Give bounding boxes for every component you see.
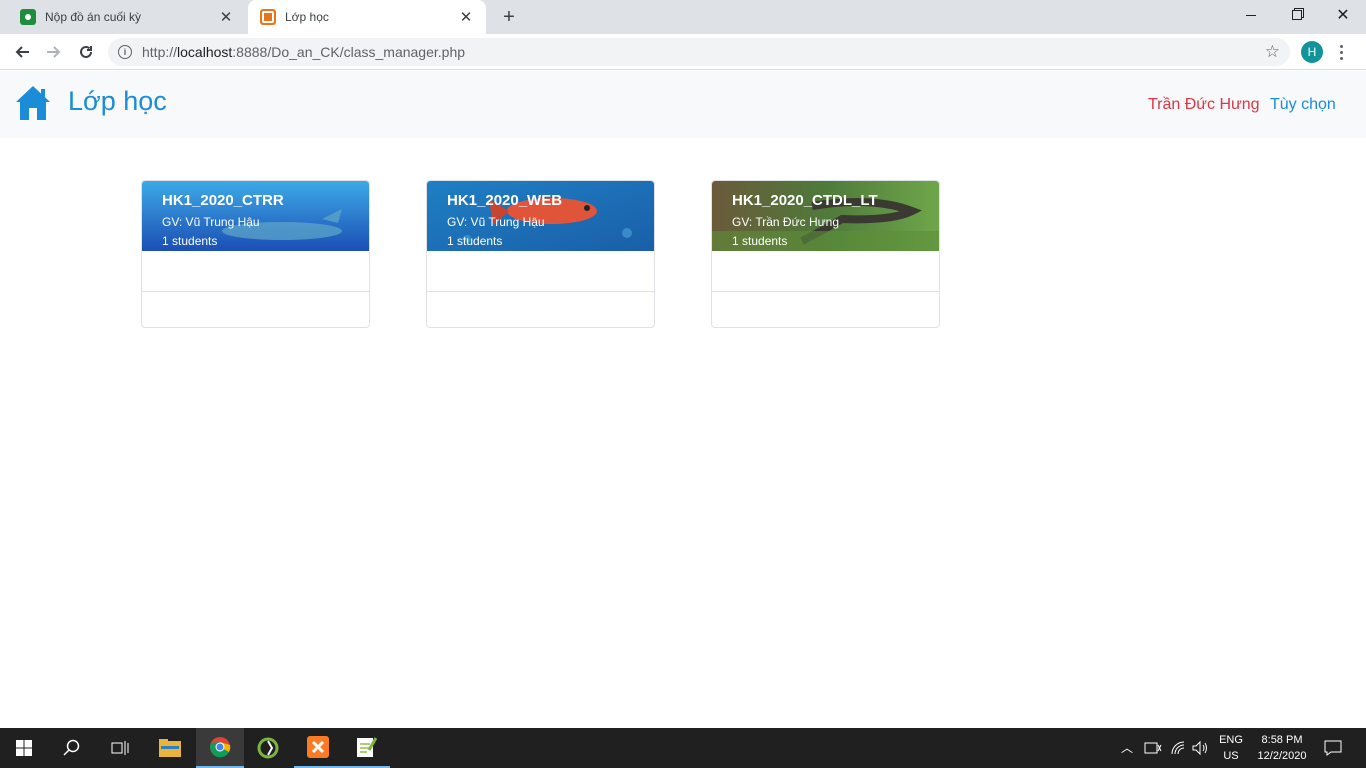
browser-tab-strip: Nộp đồ án cuối kỳ ✕ Lớp học ✕ + ✕ — [0, 0, 1366, 34]
coccoc-taskbar-button[interactable] — [244, 728, 292, 768]
close-icon[interactable]: ✕ — [218, 8, 234, 26]
tab-title: Lớp học — [285, 10, 329, 24]
reload-button[interactable] — [72, 38, 100, 66]
tab-title: Nộp đồ án cuối kỳ — [45, 10, 142, 24]
restore-button[interactable] — [1274, 0, 1320, 30]
xampp-icon — [260, 9, 276, 25]
class-name[interactable]: HK1_2020_CTDL_LT — [732, 192, 878, 209]
address-bar[interactable]: i http://localhost:8888/Do_an_CK/class_m… — [108, 38, 1290, 66]
wifi-icon[interactable] — [1170, 740, 1186, 756]
browser-toolbar: i http://localhost:8888/Do_an_CK/class_m… — [0, 34, 1366, 70]
task-view-icon — [111, 741, 129, 755]
keyboard-icon[interactable] — [1144, 741, 1162, 755]
class-teacher: GV: Trần Đức Hưng — [732, 215, 839, 229]
minimize-button[interactable] — [1228, 0, 1274, 30]
class-student-count: 1 students — [447, 234, 503, 248]
clock-date: 12/2/2020 — [1257, 750, 1307, 762]
browser-menu-icon[interactable] — [1336, 41, 1346, 63]
volume-icon[interactable] — [1192, 740, 1208, 756]
user-name-link[interactable]: Trần Đức Hưng — [1148, 96, 1260, 114]
keyboard-layout: US — [1223, 750, 1239, 762]
forward-arrow-icon — [47, 46, 61, 58]
tab-nop-do-an[interactable]: Nộp đồ án cuối kỳ ✕ — [8, 0, 246, 34]
class-teacher: GV: Vũ Trung Hậu — [447, 215, 545, 229]
new-tab-button[interactable]: + — [496, 5, 522, 29]
class-card[interactable]: HK1_2020_WEB GV: Vũ Trung Hậu 1 students — [426, 180, 655, 328]
notification-icon[interactable] — [1324, 740, 1342, 756]
language-code: ENG — [1219, 734, 1243, 746]
windows-taskbar: ︿ ENG US 8:58 PM 12/2/2020 — [0, 728, 1366, 768]
restore-icon — [1292, 10, 1302, 20]
url-text: http://localhost:8888/Do_an_CK/class_man… — [142, 44, 465, 60]
back-arrow-icon — [15, 46, 29, 58]
card-body — [142, 251, 369, 292]
bookmark-star-icon[interactable]: ☆ — [1265, 42, 1280, 62]
clock[interactable]: 8:58 PM 12/2/2020 — [1250, 732, 1314, 764]
class-student-count: 1 students — [162, 234, 218, 248]
url-scheme: http:// — [142, 44, 178, 60]
tab-lop-hoc[interactable]: Lớp học ✕ — [248, 0, 486, 34]
xampp-icon — [307, 736, 329, 758]
show-hidden-icons-chevron[interactable]: ︿ — [1121, 740, 1133, 756]
profile-avatar[interactable]: H — [1301, 41, 1323, 63]
notepad-plus-plus-icon — [357, 737, 377, 757]
page-title[interactable]: Lớp học — [68, 86, 167, 117]
class-card[interactable]: HK1_2020_CTDL_LT GV: Trần Đức Hưng 1 stu… — [711, 180, 940, 328]
close-icon[interactable]: ✕ — [458, 8, 474, 26]
class-card[interactable]: HK1_2020_CTRR GV: Vũ Trung Hậu 1 student… — [141, 180, 370, 328]
search-button[interactable] — [48, 728, 96, 768]
folder-icon — [159, 739, 181, 757]
reload-icon — [80, 45, 92, 58]
info-icon[interactable]: i — [118, 45, 132, 59]
class-name[interactable]: HK1_2020_WEB — [447, 192, 562, 209]
minimize-icon — [1246, 14, 1256, 16]
close-window-button[interactable]: ✕ — [1320, 0, 1366, 30]
url-host: localhost — [177, 44, 233, 60]
google-classroom-icon — [20, 9, 36, 25]
windows-logo-icon — [16, 740, 32, 756]
class-teacher: GV: Vũ Trung Hậu — [162, 215, 260, 229]
forward-button[interactable] — [40, 38, 68, 66]
url-path: :8888/Do_an_CK/class_manager.php — [232, 44, 466, 60]
options-link[interactable]: Tùy chọn — [1270, 96, 1336, 114]
notepad-taskbar-button[interactable] — [342, 728, 390, 768]
start-button[interactable] — [0, 728, 48, 768]
class-student-count: 1 students — [732, 234, 788, 248]
chrome-icon — [210, 737, 231, 758]
search-icon — [63, 739, 80, 756]
clock-time: 8:58 PM — [1261, 734, 1303, 746]
card-body — [712, 251, 939, 292]
home-icon[interactable] — [15, 84, 51, 122]
chrome-taskbar-button[interactable] — [196, 728, 244, 768]
xampp-taskbar-button[interactable] — [294, 728, 342, 768]
input-language[interactable]: ENG US — [1214, 732, 1248, 764]
coccoc-icon — [257, 737, 279, 759]
task-view-button[interactable] — [96, 728, 144, 768]
file-explorer-button[interactable] — [146, 728, 194, 768]
class-name[interactable]: HK1_2020_CTRR — [162, 192, 284, 209]
card-body — [427, 251, 654, 292]
back-button[interactable] — [8, 38, 36, 66]
